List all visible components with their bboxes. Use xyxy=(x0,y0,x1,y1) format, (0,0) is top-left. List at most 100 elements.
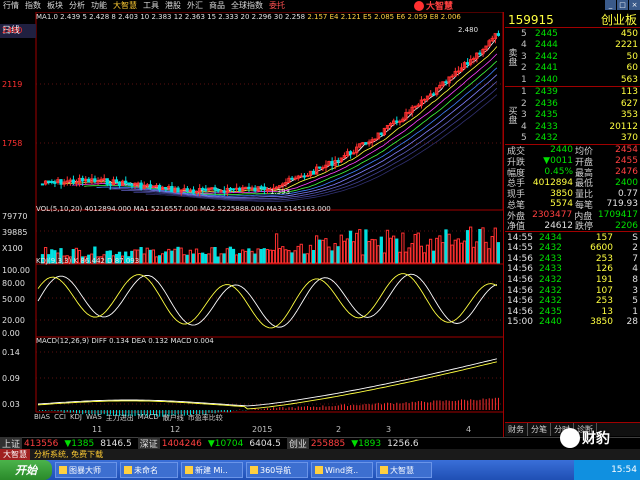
volume-bar xyxy=(219,253,223,264)
taskbar-item-6[interactable]: 大智慧 xyxy=(376,462,432,478)
taskbar-item-4[interactable]: 360导航 xyxy=(246,462,308,478)
volume-bar xyxy=(274,233,279,264)
tick-price: 2432 xyxy=(539,243,562,254)
menu-dazhihui[interactable]: 大智慧 xyxy=(110,0,140,11)
bid-row[interactable]: 1 2439 113 xyxy=(519,87,640,99)
tab-zhuli[interactable]: 主力进出 xyxy=(106,413,134,423)
volume-bar xyxy=(299,243,303,264)
menu-zhishu[interactable]: 指数 xyxy=(22,0,44,11)
buy-side-label: 买盘 xyxy=(506,106,517,125)
ask-row[interactable]: 4 2444 2221 xyxy=(519,40,640,52)
volume-bar xyxy=(290,252,294,264)
status-message[interactable]: 分析系统, 免费下载 xyxy=(34,449,103,460)
tick-row: 15:00 2440 3850 28 xyxy=(505,317,640,328)
volume-bar xyxy=(438,235,442,264)
volume-bar xyxy=(287,250,291,264)
menu-gongneng[interactable]: 功能 xyxy=(88,0,110,11)
volume-bar xyxy=(385,229,390,264)
taskbar-item-1[interactable]: 图暴大师 xyxy=(55,462,117,478)
stat-value-2: 719.93 xyxy=(606,199,639,210)
macd-tick-2: 0.09 xyxy=(2,374,20,383)
volume-bar xyxy=(364,229,368,264)
menu-fenxi[interactable]: 分析 xyxy=(66,0,88,11)
bid-row[interactable]: 2 2436 627 xyxy=(519,98,640,110)
menu-global-index[interactable]: 全球指数 xyxy=(228,0,266,11)
volume-bar xyxy=(185,254,189,264)
candle-body xyxy=(219,190,223,193)
tab-kdj[interactable]: KDJ xyxy=(70,413,82,423)
volume-bar xyxy=(139,247,143,264)
price-tick-low: 1758 xyxy=(2,139,23,148)
tick-volume: 3850 xyxy=(590,317,613,328)
chart-canvas xyxy=(35,12,504,417)
ask-row[interactable]: 2 2441 60 xyxy=(519,63,640,75)
taskbar-item-label: 大智慧 xyxy=(390,465,414,475)
security-name: 创业板 xyxy=(600,13,637,27)
chart-area[interactable]: 日线 MA1.0 2.439 5 2.428 8 2.403 10 2.383 … xyxy=(0,12,504,437)
volume-bar xyxy=(308,244,313,264)
taskbar-item-3[interactable]: 新建 Mi.. xyxy=(181,462,243,478)
candle-body xyxy=(59,179,63,185)
clock[interactable]: 15:54 xyxy=(611,465,637,475)
volume-bar xyxy=(456,238,460,264)
tab-cci[interactable]: CCI xyxy=(54,413,66,423)
stat-value: 0.45% xyxy=(544,166,573,177)
candle-body xyxy=(130,183,134,186)
taskbar-item-5[interactable]: Wind资.. xyxy=(311,462,373,478)
candle-body xyxy=(102,178,106,181)
menu-shangpin[interactable]: 商品 xyxy=(206,0,228,11)
menu-hangqing[interactable]: 行情 xyxy=(0,0,22,11)
menu-weituo[interactable]: 委托 xyxy=(266,0,288,11)
tab-caiwu[interactable]: 财务 xyxy=(505,423,528,436)
volume-bar xyxy=(416,232,420,264)
x-tick-2015: 2015 xyxy=(252,425,273,434)
macd-line xyxy=(37,361,497,410)
volume-bar xyxy=(173,248,177,264)
price: 2442 xyxy=(535,51,558,62)
tab-was[interactable]: WAS xyxy=(86,413,102,423)
minimize-icon[interactable]: _ xyxy=(605,0,616,10)
volume-bar xyxy=(435,237,439,264)
volume-bar xyxy=(164,251,168,264)
candle-body xyxy=(87,178,91,183)
restore-icon[interactable]: □ xyxy=(617,0,628,10)
candle-body xyxy=(108,183,112,186)
tick-volume: 6600 xyxy=(590,243,613,254)
bid-row[interactable]: 5 2432 370 xyxy=(519,133,640,145)
volume-bar xyxy=(469,226,473,264)
menu-ganggu[interactable]: 港股 xyxy=(162,0,184,11)
tab-fenbi[interactable]: 分笔 xyxy=(528,423,551,436)
volume-bar xyxy=(142,253,146,264)
volume-bar xyxy=(462,240,467,264)
volume-bar xyxy=(351,241,356,264)
tab-pe[interactable]: 市盈率比较 xyxy=(188,413,223,423)
candle-body xyxy=(191,189,196,193)
volume-bar xyxy=(324,238,328,264)
volume-bar xyxy=(342,240,347,264)
kdj-legend: KDJ(9,3,3) K 86.442 D 87.093 xyxy=(36,257,140,265)
candle-body xyxy=(422,98,427,101)
ask-row[interactable]: 1 2440 563 xyxy=(519,74,640,86)
menu-waihui[interactable]: 外汇 xyxy=(184,0,206,11)
candle-body xyxy=(228,187,233,190)
candle-body xyxy=(496,33,501,36)
volume-bar xyxy=(472,246,476,264)
volume-bar xyxy=(222,253,226,264)
level: 1 xyxy=(521,87,527,98)
price-high-label: 2.480 xyxy=(458,26,479,34)
tab-sanhu[interactable]: 散户线 xyxy=(163,413,184,423)
close-icon[interactable]: × xyxy=(629,0,640,10)
menu-gongju[interactable]: 工具 xyxy=(140,0,162,11)
start-button[interactable]: 开始 xyxy=(0,460,52,480)
bid-row[interactable]: 3 2435 353 xyxy=(519,110,640,122)
menu-bankuai[interactable]: 板块 xyxy=(44,0,66,11)
app-icon xyxy=(185,466,193,474)
bid-row[interactable]: 4 2433 20112 xyxy=(519,121,640,133)
ask-row[interactable]: 3 2442 50 xyxy=(519,51,640,63)
stat-key: 净值 xyxy=(507,222,526,233)
volume-bar xyxy=(262,248,266,264)
tab-bias[interactable]: BIAS xyxy=(34,413,50,423)
tab-macd[interactable]: MACD xyxy=(138,413,159,423)
taskbar-item-2[interactable]: 未命名 xyxy=(120,462,178,478)
ask-row[interactable]: 5 2445 450 xyxy=(519,28,640,40)
